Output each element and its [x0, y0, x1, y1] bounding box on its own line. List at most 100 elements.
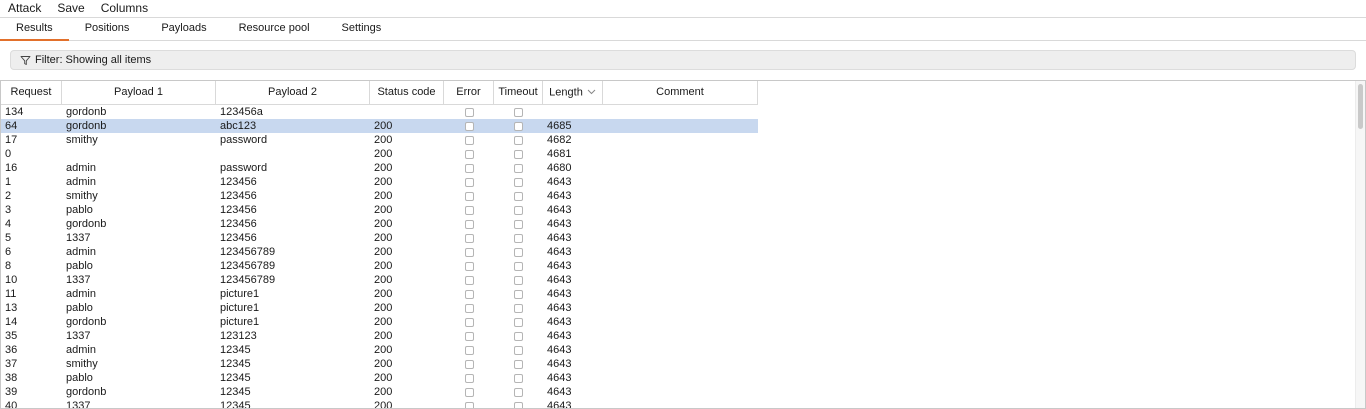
table-row[interactable]: 0 200 4681 — [1, 147, 758, 161]
error-checkbox[interactable] — [464, 191, 474, 201]
table-row[interactable]: 17 smithy password 200 4682 — [1, 133, 758, 147]
timeout-checkbox[interactable] — [514, 345, 523, 355]
timeout-checkbox[interactable] — [514, 359, 523, 369]
table-row[interactable]: 35 1337 123123 200 4643 — [1, 329, 758, 343]
error-checkbox[interactable] — [464, 275, 474, 285]
col-header-status-code[interactable]: Status code — [370, 81, 444, 104]
tab-positions[interactable]: Positions — [69, 18, 146, 40]
timeout-checkbox[interactable] — [514, 275, 523, 285]
timeout-checkbox[interactable] — [514, 317, 523, 327]
error-checkbox[interactable] — [464, 345, 474, 355]
timeout-checkbox[interactable] — [514, 331, 523, 341]
col-header-comment[interactable]: Comment — [603, 81, 758, 104]
cell-length: 4643 — [547, 330, 572, 342]
tab-results[interactable]: Results — [0, 18, 69, 41]
table-row[interactable]: 16 admin password 200 4680 — [1, 161, 758, 175]
col-header-payload-2[interactable]: Payload 2 — [216, 81, 370, 104]
error-checkbox[interactable] — [464, 261, 474, 271]
error-checkbox[interactable] — [464, 135, 474, 145]
cell-error — [444, 133, 494, 147]
col-header-payload-1[interactable]: Payload 1 — [62, 81, 216, 104]
timeout-checkbox[interactable] — [514, 387, 523, 397]
col-header-timeout[interactable]: Timeout — [494, 81, 543, 104]
timeout-checkbox[interactable] — [514, 289, 523, 299]
cell-status-code: 200 — [374, 400, 393, 409]
error-checkbox[interactable] — [464, 359, 474, 369]
menu-columns[interactable]: Columns — [93, 0, 156, 17]
error-checkbox[interactable] — [464, 387, 474, 397]
timeout-checkbox[interactable] — [514, 219, 523, 229]
error-checkbox[interactable] — [464, 219, 474, 229]
table-row[interactable]: 8 pablo 123456789 200 4643 — [1, 259, 758, 273]
scrollbar-thumb[interactable] — [1358, 84, 1363, 129]
cell-payload-2: 123456789 — [220, 246, 276, 258]
table-row[interactable]: 37 smithy 12345 200 4643 — [1, 357, 758, 371]
error-checkbox[interactable] — [464, 205, 474, 215]
col-header-request[interactable]: Request — [1, 81, 62, 104]
table-row[interactable]: 6 admin 123456789 200 4643 — [1, 245, 758, 259]
menu-save[interactable]: Save — [49, 0, 92, 17]
table-row[interactable]: 39 gordonb 12345 200 4643 — [1, 385, 758, 399]
timeout-checkbox[interactable] — [514, 191, 523, 201]
timeout-checkbox[interactable] — [514, 135, 523, 145]
cell-error — [444, 287, 494, 301]
cell-request: 37 — [5, 358, 18, 370]
timeout-checkbox[interactable] — [514, 401, 523, 408]
cell-error — [444, 301, 494, 315]
table-row[interactable]: 1 admin 123456 200 4643 — [1, 175, 758, 189]
menu-attack[interactable]: Attack — [0, 0, 49, 17]
cell-comment — [603, 147, 758, 161]
timeout-checkbox[interactable] — [514, 107, 523, 117]
table-row[interactable]: 10 1337 123456789 200 4643 — [1, 273, 758, 287]
table-row[interactable]: 40 1337 12345 200 4643 — [1, 399, 758, 409]
table-row[interactable]: 134 gordonb 123456a — [1, 105, 758, 119]
table-row[interactable]: 13 pablo picture1 200 4643 — [1, 301, 758, 315]
table-row[interactable]: 64 gordonb abc123 200 4685 — [1, 119, 758, 133]
timeout-checkbox[interactable] — [514, 163, 523, 173]
table-row[interactable]: 11 admin picture1 200 4643 — [1, 287, 758, 301]
col-header-length[interactable]: Length — [543, 81, 603, 104]
table-row[interactable]: 2 smithy 123456 200 4643 — [1, 189, 758, 203]
cell-payload-1: smithy — [66, 190, 98, 202]
cell-error — [444, 245, 494, 259]
cell-timeout — [494, 343, 543, 357]
tab-resource-pool[interactable]: Resource pool — [223, 18, 326, 40]
error-checkbox[interactable] — [464, 331, 474, 341]
vertical-scrollbar[interactable] — [1355, 81, 1365, 408]
filter-bar[interactable]: Filter: Showing all items — [10, 50, 1356, 70]
timeout-checkbox[interactable] — [514, 247, 523, 257]
table-row[interactable]: 38 pablo 12345 200 4643 — [1, 371, 758, 385]
timeout-checkbox[interactable] — [514, 177, 523, 187]
error-checkbox[interactable] — [464, 247, 474, 257]
error-checkbox[interactable] — [464, 303, 474, 313]
error-checkbox[interactable] — [464, 233, 474, 243]
table-row[interactable]: 14 gordonb picture1 200 4643 — [1, 315, 758, 329]
tab-settings[interactable]: Settings — [326, 18, 398, 40]
cell-request: 4 — [5, 218, 12, 230]
error-checkbox[interactable] — [464, 401, 474, 408]
table-row[interactable]: 4 gordonb 123456 200 4643 — [1, 217, 758, 231]
error-checkbox[interactable] — [464, 149, 474, 159]
error-checkbox[interactable] — [464, 373, 474, 383]
error-checkbox[interactable] — [464, 177, 474, 187]
timeout-checkbox[interactable] — [514, 233, 523, 243]
table-row[interactable]: 5 1337 123456 200 4643 — [1, 231, 758, 245]
error-checkbox[interactable] — [464, 317, 474, 327]
tab-payloads[interactable]: Payloads — [145, 18, 222, 40]
cell-payload-2: 123123 — [220, 330, 257, 342]
timeout-checkbox[interactable] — [514, 261, 523, 271]
timeout-checkbox[interactable] — [514, 121, 523, 131]
table-row[interactable]: 36 admin 12345 200 4643 — [1, 343, 758, 357]
error-checkbox[interactable] — [464, 121, 474, 131]
cell-status-code: 200 — [374, 148, 393, 160]
cell-payload-2: 123456 — [220, 218, 257, 230]
timeout-checkbox[interactable] — [514, 149, 523, 159]
table-row[interactable]: 3 pablo 123456 200 4643 — [1, 203, 758, 217]
error-checkbox[interactable] — [464, 289, 474, 299]
error-checkbox[interactable] — [464, 107, 474, 117]
col-header-error[interactable]: Error — [444, 81, 494, 104]
error-checkbox[interactable] — [464, 163, 474, 173]
timeout-checkbox[interactable] — [514, 373, 523, 383]
timeout-checkbox[interactable] — [514, 205, 523, 215]
timeout-checkbox[interactable] — [514, 303, 523, 313]
